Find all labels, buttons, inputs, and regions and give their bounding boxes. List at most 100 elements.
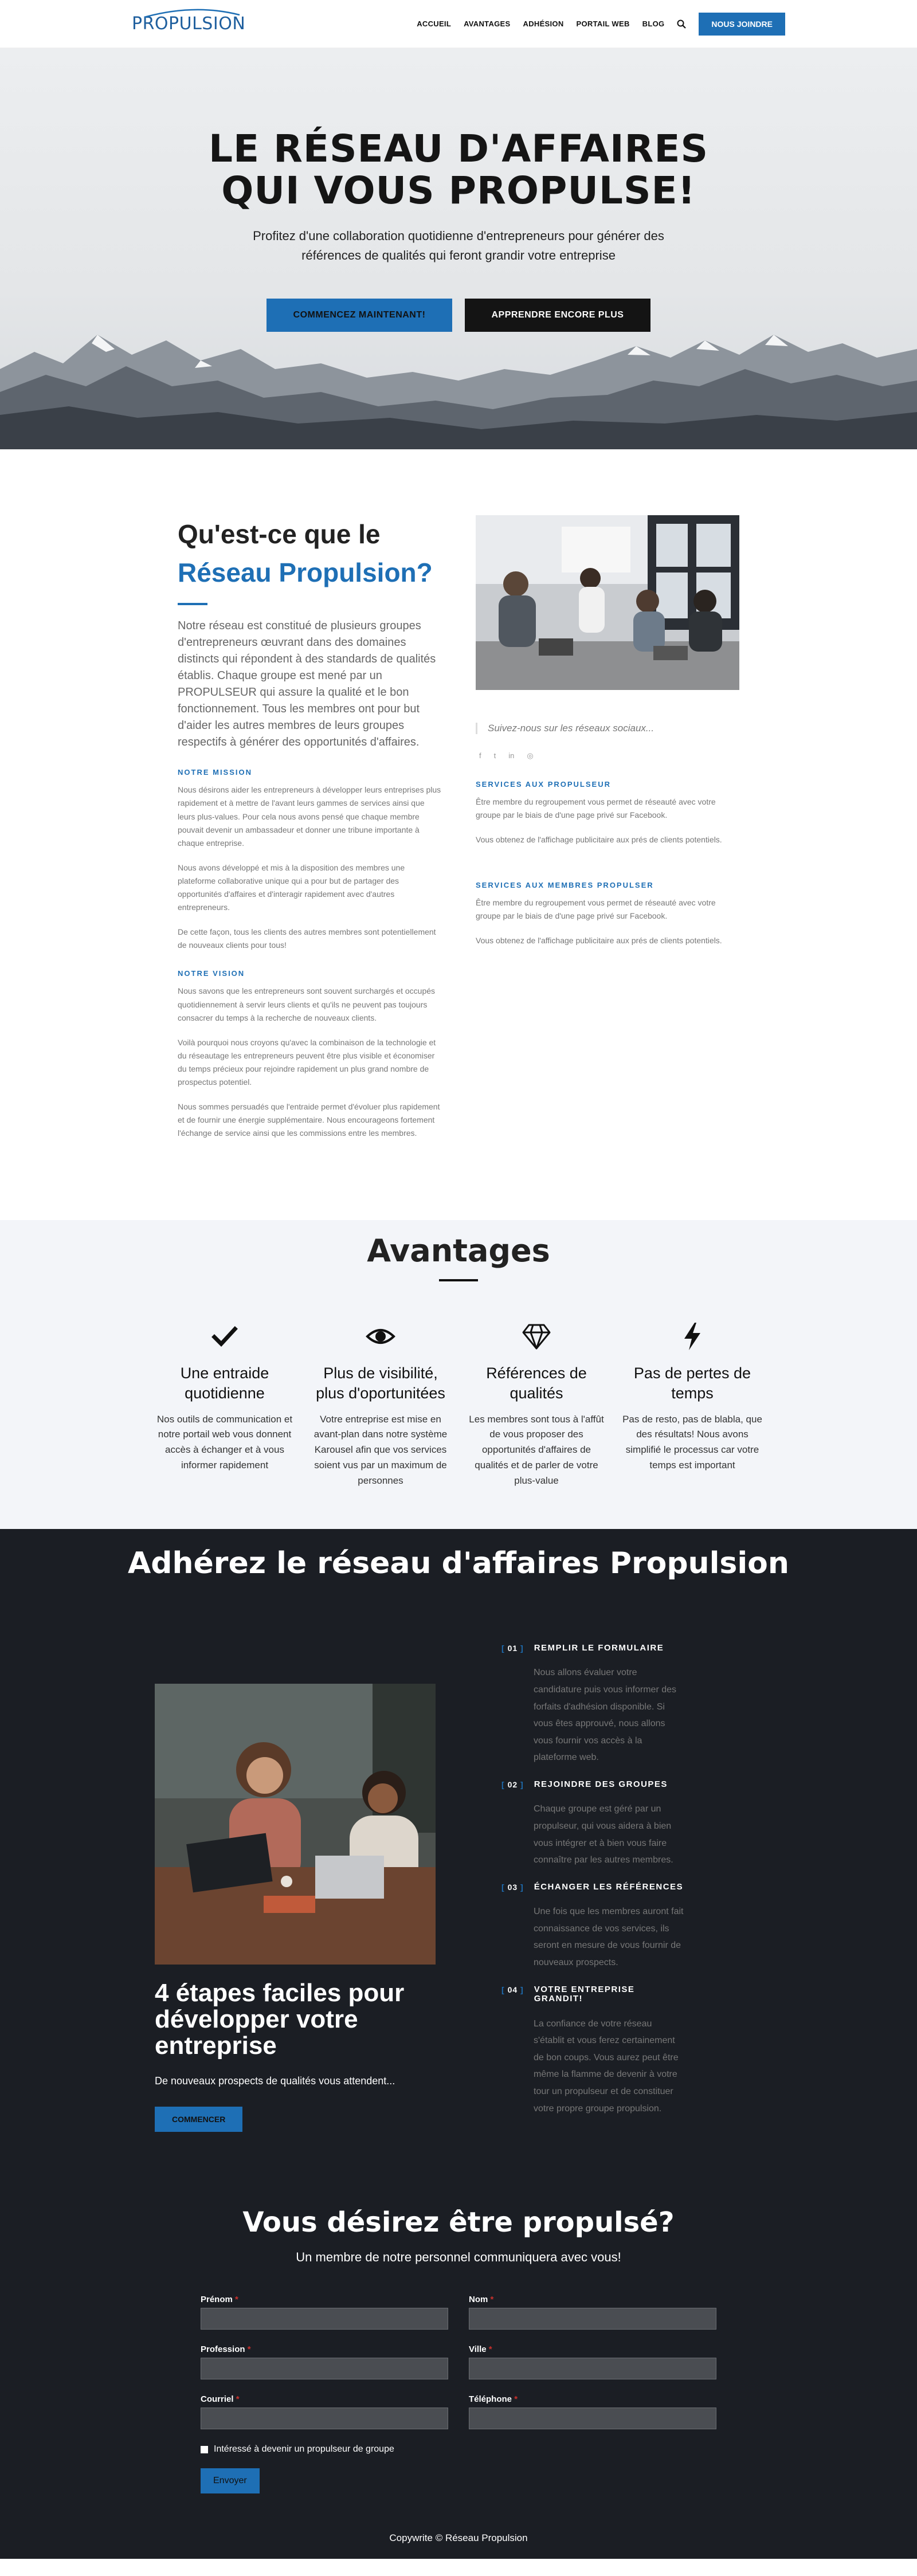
propulseur-checkbox-label: Intéressé à devenir un propulseur de gro… — [214, 2444, 394, 2455]
eye-icon — [366, 1329, 395, 1344]
nom-label: Nom * — [469, 2295, 494, 2305]
avantage-title: Pas de pertes de temps — [633, 1365, 751, 1402]
site-header: PROPULSION ACCUEIL AVANTAGES ADHÉSION PO… — [0, 0, 917, 48]
services-membres-paragraph-2: Vous obtenez de l'affichage publicitaire… — [476, 936, 722, 946]
telephone-input[interactable] — [469, 2408, 716, 2430]
courriel-label: Courriel * — [201, 2394, 240, 2405]
about-intro: Notre réseau est constitué de plusieurs … — [178, 620, 436, 749]
nav-item-accueil[interactable]: ACCUEIL — [417, 19, 451, 28]
about-section: Qu'est-ce que le Réseau Propulsion? Notr… — [0, 449, 917, 1220]
telephone-label: Téléphone * — [469, 2394, 518, 2405]
contact-section: Vous désirez être propulsé? Un membre de… — [0, 2166, 917, 2559]
avantage-item: Pas de pertes de temps Pas de resto, pas… — [620, 1322, 765, 1488]
services-membres-heading: SERVICES AUX MEMBRES PROPULSER — [476, 881, 654, 890]
nav-item-adhesion[interactable]: ADHÉSION — [523, 19, 564, 28]
join-left-column: 4 étapes faciles pour développer votre e… — [155, 1644, 436, 2132]
prenom-label: Prénom * — [201, 2295, 238, 2305]
step-item: [ 03 ] ÉCHANGER LES RÉFÉRENCES Une fois … — [501, 1881, 685, 1971]
bolt-icon — [684, 1323, 700, 1351]
about-title-line1: Qu'est-ce que le — [178, 519, 381, 549]
avantage-item: Une entraide quotidienne Nos outils de c… — [152, 1322, 297, 1488]
propulseur-checkbox-row: Intéressé à devenir un propulseur de gro… — [201, 2444, 716, 2455]
step-number: [ 03 ] — [501, 1882, 524, 1892]
avantages-title: Avantages — [367, 1233, 550, 1269]
learn-more-button[interactable]: APPRENDRE ENCORE PLUS — [465, 299, 650, 332]
join-button[interactable]: NOUS JOINDRE — [699, 12, 785, 36]
avantage-text: Les membres sont tous à l'affût de vous … — [469, 1413, 604, 1486]
logo-swoosh-icon — [144, 9, 240, 18]
step-title: REJOINDRE DES GROUPES — [534, 1779, 668, 1789]
contact-title: Vous désirez être propulsé? — [242, 2206, 675, 2239]
ville-input[interactable] — [469, 2358, 716, 2380]
step-text: Nous allons évaluer votre candidature pu… — [534, 1668, 677, 1763]
vision-paragraph-2: Voilà pourquoi nous croyons qu'avec la c… — [178, 1037, 436, 1087]
hero-subtitle: Profitez d'une collaboration quotidienne… — [253, 229, 664, 263]
step-head: [ 01 ] REMPLIR LE FORMULAIRE — [501, 1642, 685, 1653]
social-quote: Suivez-nous sur les réseaux sociaux... — [476, 723, 739, 734]
propulseur-checkbox[interactable] — [201, 2445, 208, 2453]
step-text: La confiance de votre réseau s'établit e… — [534, 2018, 679, 2114]
step-title: VOTRE ENTREPRISE GRANDIT! — [534, 1984, 635, 2004]
join-title: Adhérez le réseau d'affaires Propulsion — [128, 1546, 789, 1581]
mission-heading: NOTRE MISSION — [178, 768, 253, 777]
footer-copyright: Copywrite © Réseau Propulsion — [389, 2532, 528, 2544]
step-head: [ 04 ] VOTRE ENTREPRISE GRANDIT! — [501, 1985, 685, 2004]
meeting-photo — [476, 515, 739, 690]
facebook-icon[interactable]: f — [479, 751, 481, 760]
courriel-input[interactable] — [201, 2408, 448, 2430]
prenom-input[interactable] — [201, 2308, 448, 2330]
steps-list: [ 01 ] REMPLIR LE FORMULAIRE Nous allons… — [501, 1642, 685, 2132]
step-item: [ 01 ] REMPLIR LE FORMULAIRE Nous allons… — [501, 1642, 685, 1766]
avantages-list: Une entraide quotidienne Nos outils de c… — [0, 1322, 917, 1488]
nav-item-blog[interactable]: BLOG — [642, 19, 665, 28]
form-row: Courriel * Téléphone * — [201, 2394, 716, 2430]
nom-input[interactable] — [469, 2308, 716, 2330]
courriel-field: Courriel * — [201, 2394, 448, 2430]
step-number: [ 04 ] — [501, 1985, 524, 1994]
ville-field: Ville * — [469, 2344, 716, 2380]
step-item: [ 04 ] VOTRE ENTREPRISE GRANDIT! La conf… — [501, 1985, 685, 2118]
step-title: REMPLIR LE FORMULAIRE — [534, 1642, 664, 1653]
hero-title-line2: QUI VOUS PROPULSE! — [221, 168, 696, 213]
search-icon[interactable] — [677, 19, 687, 29]
commencer-button[interactable]: COMMENCER — [155, 2107, 243, 2132]
step-text: Chaque groupe est géré par un propulseur… — [534, 1804, 673, 1865]
contact-subtitle: Un membre de notre personnel communiquer… — [296, 2250, 621, 2265]
profession-input[interactable] — [201, 2358, 448, 2380]
start-now-button[interactable]: COMMENCEZ MAINTENANT! — [267, 299, 452, 332]
social-icons: f t in ◎ — [479, 751, 739, 760]
form-row: Prénom * Nom * — [201, 2295, 716, 2330]
join-left-title: 4 étapes faciles pour développer votre e… — [155, 1978, 405, 2060]
main-nav: ACCUEIL AVANTAGES ADHÉSION PORTAIL WEB B… — [417, 12, 785, 36]
nom-field: Nom * — [469, 2295, 716, 2330]
avantage-text: Nos outils de communication et notre por… — [156, 1413, 293, 1471]
about-right-column: Suivez-nous sur les réseaux sociaux... f… — [476, 515, 739, 1151]
mission-paragraph-3: De cette façon, tous les clients des aut… — [178, 927, 436, 950]
join-section: Adhérez le réseau d'affaires Propulsion … — [0, 1528, 917, 2167]
twitter-icon[interactable]: t — [494, 751, 496, 760]
avantage-item: Références de qualités Les membres sont … — [464, 1322, 609, 1488]
about-title-line2: Réseau Propulsion? — [178, 557, 433, 587]
hero-buttons: COMMENCEZ MAINTENANT! APPRENDRE ENCORE P… — [0, 299, 917, 332]
vision-paragraph-3: Nous sommes persuadés que l'entraide per… — [178, 1102, 440, 1138]
hero-title: LE RÉSEAU D'AFFAIRES QUI VOUS PROPULSE! — [0, 128, 917, 211]
step-number: [ 02 ] — [501, 1779, 524, 1789]
services-propulseur-heading: SERVICES AUX PROPULSEUR — [476, 780, 611, 789]
nav-item-portail-web[interactable]: PORTAIL WEB — [577, 19, 630, 28]
hero-content: LE RÉSEAU D'AFFAIRES QUI VOUS PROPULSE! … — [0, 48, 917, 332]
services-propulseur-block: SERVICES AUX PROPULSEUR Être membre du r… — [476, 780, 739, 846]
logo[interactable]: PROPULSION — [132, 9, 245, 34]
services-membres-paragraph-1: Être membre du regroupement vous permet … — [476, 898, 716, 921]
prenom-field: Prénom * — [201, 2295, 448, 2330]
vision-heading: NOTRE VISION — [178, 969, 245, 978]
instagram-icon[interactable]: ◎ — [527, 751, 533, 760]
nav-item-avantages[interactable]: AVANTAGES — [464, 19, 510, 28]
mission-paragraph-2: Nous avons développé et mis à la disposi… — [178, 862, 405, 912]
submit-button[interactable]: Envoyer — [201, 2468, 260, 2494]
avantage-title: Une entraide quotidienne — [180, 1365, 269, 1402]
contact-form: Prénom * Nom * Profession * Ville * Cour… — [201, 2295, 716, 2494]
check-icon — [211, 1326, 238, 1347]
linkedin-icon[interactable]: in — [508, 751, 514, 760]
step-title: ÉCHANGER LES RÉFÉRENCES — [534, 1881, 684, 1892]
ville-label: Ville * — [469, 2344, 492, 2355]
